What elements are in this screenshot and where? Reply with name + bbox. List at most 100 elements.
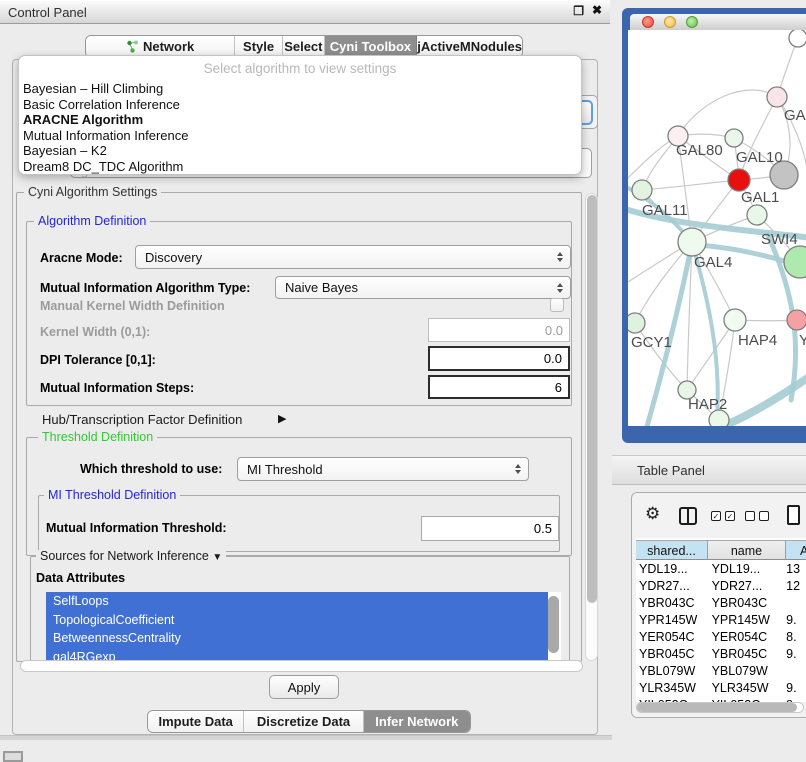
which-threshold-combo[interactable]: MI Threshold — [237, 457, 529, 481]
data-attribute-item[interactable]: SelfLoops — [46, 592, 548, 611]
deselect-all-checks-icon[interactable] — [745, 511, 769, 521]
app-root: Control Panel ❐ ✖ Network Style SelectCyni… — [0, 0, 806, 762]
algorithm-option[interactable]: Bayesian – Hill Climbing — [19, 81, 581, 97]
tab-select[interactable]: Select — [283, 36, 325, 57]
table-row[interactable]: YBR043CYBR043C — [636, 595, 806, 612]
mi-threshold-field[interactable]: 0.5 — [421, 516, 559, 541]
collapsed-panel-icon[interactable] — [3, 751, 23, 762]
gear-icon[interactable]: ⚙ — [645, 504, 660, 524]
settings-vertical-scrollbar-thumb[interactable] — [587, 195, 597, 603]
network-node[interactable] — [747, 205, 767, 225]
apply-button[interactable]: Apply — [269, 675, 339, 699]
table-cell: YDR27... — [708, 578, 786, 595]
table-column-header[interactable]: A — [786, 540, 806, 560]
settings-horizontal-scrollbar[interactable] — [20, 660, 583, 672]
kernel-width-field[interactable]: 0.0 — [428, 318, 570, 342]
table-column-header[interactable]: name — [708, 540, 786, 560]
data-attributes-label: Data Attributes — [36, 571, 125, 585]
network-node[interactable] — [784, 246, 806, 278]
split-columns-icon[interactable] — [679, 507, 697, 525]
hub-section-label[interactable]: Hub/Transcription Factor Definition — [42, 412, 242, 427]
table-cell: YBR045C — [708, 646, 786, 663]
aracne-mode-value: Discovery — [145, 250, 202, 265]
table-cell — [785, 595, 806, 612]
control-panel-title: Control Panel — [0, 5, 87, 20]
algorithm-option[interactable]: ARACNE Algorithm — [19, 112, 581, 128]
manual-kernel-checkbox[interactable] — [550, 298, 564, 312]
minimize-traffic-light-icon[interactable] — [664, 16, 676, 28]
table-row[interactable]: YBL079WYBL079W — [636, 663, 806, 680]
tab-style[interactable]: Style — [235, 36, 283, 57]
network-canvas[interactable]: GALGAL80GAL10GAL1GAL11SWI4GAL4GCY1HAP4YH… — [628, 30, 806, 426]
float-window-icon[interactable]: ❐ — [573, 4, 584, 18]
attribute-list-scrollbar-thumb[interactable] — [548, 596, 559, 653]
kernel-width-value: 0.0 — [545, 323, 563, 338]
tab-label: Infer Network — [375, 714, 458, 729]
node-label: GAL — [784, 107, 806, 124]
mi-steps-field[interactable]: 6 — [428, 375, 570, 399]
network-edge[interactable] — [739, 97, 777, 180]
network-node[interactable] — [787, 310, 806, 330]
table-row[interactable]: YER054CYER054C8. — [636, 629, 806, 646]
algorithm-definition-title: Algorithm Definition — [34, 215, 150, 228]
node-label: SWI4 — [761, 231, 798, 248]
hub-expand-arrow-icon[interactable]: ▶ — [278, 412, 286, 425]
algorithm-option[interactable]: Dream8 DC_TDC Algorithm — [19, 159, 581, 175]
network-edge[interactable] — [642, 180, 739, 190]
node-label: HAP4 — [738, 332, 777, 349]
network-node[interactable] — [632, 180, 652, 200]
algorithm-option[interactable]: Mutual Information Inference — [19, 128, 581, 144]
data-attribute-item[interactable]: gal4RGexp — [46, 648, 548, 662]
table-row[interactable]: YDL19...YDL19...13 — [636, 561, 806, 578]
data-attributes-list[interactable]: SelfLoopsTopologicalCoefficientBetweenne… — [46, 592, 561, 661]
tab-label: Discretize Data — [257, 714, 350, 729]
dpi-tolerance-field[interactable]: 0.0 — [428, 346, 570, 371]
data-attribute-item[interactable]: BetweennessCentrality — [46, 629, 548, 648]
select-all-checks-icon[interactable]: ✓ ✓ — [711, 511, 735, 521]
table-horizontal-scrollbar-thumb[interactable] — [637, 703, 797, 712]
tab-discretize-data[interactable]: Discretize Data — [244, 711, 363, 732]
table-row[interactable]: YBR045CYBR045C9. — [636, 646, 806, 663]
network-node[interactable] — [728, 169, 750, 191]
tab-jactivemnodules[interactable]: jActiveMNodules — [417, 36, 522, 57]
table-cell: YBL079W — [708, 663, 786, 680]
mi-type-combo[interactable]: Naive Bayes — [275, 276, 571, 299]
algorithm-popup-prompt: Select algorithm to view settings — [19, 56, 581, 81]
tab-impute-data[interactable]: Impute Data — [148, 711, 244, 732]
file-icon[interactable] — [787, 505, 800, 525]
table-column-header[interactable]: shared... — [636, 540, 708, 560]
close-traffic-light-icon[interactable] — [642, 16, 654, 28]
network-node[interactable] — [678, 228, 706, 256]
table-row[interactable]: YPR145WYPR145W9. — [636, 612, 806, 629]
tab-cyni-toolbox[interactable]: Cyni Toolbox — [325, 36, 418, 57]
table-panel-titlebar: Table Panel — [612, 455, 806, 485]
network-node[interactable] — [767, 87, 787, 107]
zoom-traffic-light-icon[interactable] — [686, 16, 698, 28]
bottom-tabbar: Impute Data Discretize Data Infer Network — [147, 710, 471, 733]
network-node[interactable] — [724, 309, 746, 331]
tab-label: Style — [243, 39, 274, 54]
data-attribute-item[interactable]: TopologicalCoefficient — [46, 611, 548, 630]
node-label: GAL10 — [736, 149, 783, 166]
tab-label: Impute Data — [159, 714, 233, 729]
aracne-mode-combo[interactable]: Discovery — [135, 245, 571, 269]
algorithm-option[interactable]: Bayesian – K2 — [19, 143, 581, 159]
tab-infer-network[interactable]: Infer Network — [364, 711, 470, 732]
table-panel-title: Table Panel — [612, 463, 705, 478]
table-row[interactable]: YLR345WYLR345W9. — [636, 680, 806, 697]
network-edge[interactable] — [678, 90, 777, 136]
tab-network[interactable]: Network — [86, 36, 235, 57]
table-row[interactable]: YDR27...YDR27...12 — [636, 578, 806, 595]
kernel-width-label: Kernel Width (0,1): — [40, 325, 150, 339]
sources-group-title[interactable]: Sources for Network Inference ▼ — [36, 550, 226, 564]
network-node[interactable] — [628, 313, 645, 333]
algorithm-option[interactable]: Basic Correlation Inference — [19, 97, 581, 113]
network-node[interactable] — [789, 30, 806, 47]
close-window-icon[interactable]: ✖ — [592, 3, 602, 17]
node-label: GAL4 — [694, 254, 732, 271]
table-cell: YLR345W — [708, 680, 786, 697]
network-node[interactable] — [725, 129, 743, 147]
network-icon — [126, 40, 139, 53]
combo-arrows-icon — [557, 252, 563, 262]
mi-type-value: Naive Bayes — [285, 280, 358, 295]
